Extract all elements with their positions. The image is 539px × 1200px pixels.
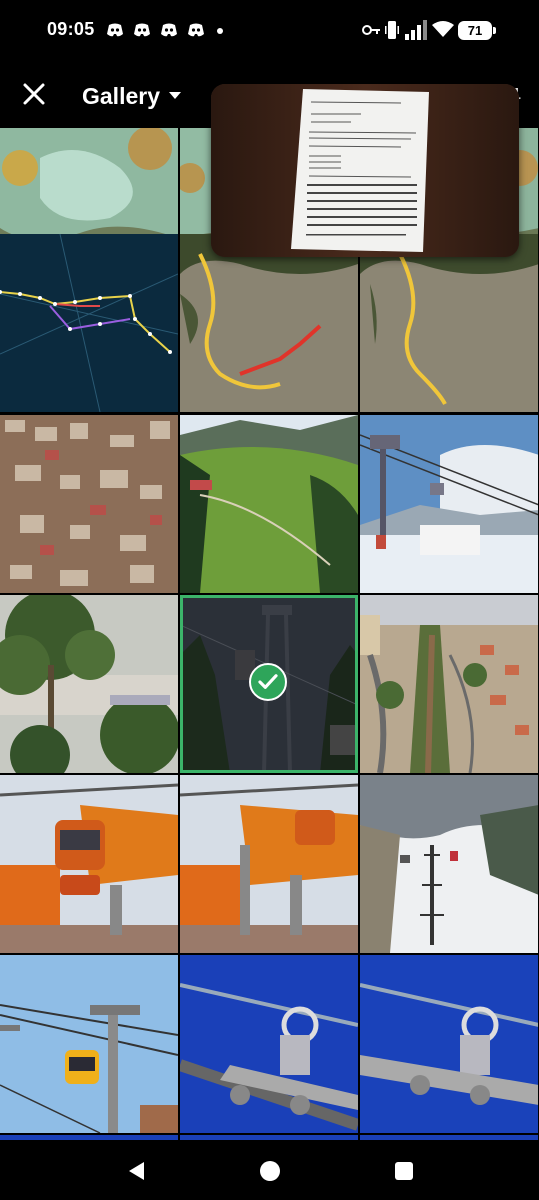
- navigation-bar: [0, 1140, 539, 1200]
- blueprint-pulley-thumbnail[interactable]: [180, 955, 358, 1133]
- discord-icon: [188, 23, 204, 37]
- recents-icon[interactable]: [392, 1159, 416, 1183]
- discord-icon: [161, 23, 177, 37]
- route-map-thumbnail[interactable]: [360, 234, 538, 412]
- night-cable-car-thumbnail[interactable]: [180, 595, 358, 773]
- signal-icon: [405, 20, 427, 40]
- route-map-thumbnail[interactable]: [180, 234, 358, 412]
- constellation-thumbnail[interactable]: [0, 234, 178, 412]
- snowy-mountain-lift-thumbnail[interactable]: [360, 775, 538, 953]
- dropdown-arrow-icon[interactable]: [168, 89, 182, 101]
- close-icon[interactable]: [18, 78, 50, 110]
- discord-icon: [134, 23, 150, 37]
- aerial-railway-town-thumbnail[interactable]: [360, 595, 538, 773]
- trees-city-thumbnail[interactable]: [0, 595, 178, 773]
- vpn-key-icon: [362, 25, 380, 35]
- vibrate-icon: [385, 21, 399, 39]
- more-notifications-dot: [217, 28, 223, 34]
- orange-gondola-thumbnail[interactable]: [180, 775, 358, 953]
- back-icon[interactable]: [125, 1159, 149, 1183]
- status-bar: 09:05 71: [0, 0, 539, 62]
- snow-cable-car-thumbnail[interactable]: [360, 415, 538, 593]
- yellow-gondola-thumbnail[interactable]: [0, 955, 178, 1133]
- status-time: 09:05: [47, 19, 95, 39]
- checkmark-icon[interactable]: [249, 663, 287, 701]
- blueprint-pulley-thumbnail[interactable]: [360, 955, 538, 1133]
- home-icon[interactable]: [258, 1159, 282, 1183]
- wifi-icon: [432, 21, 454, 37]
- green-valley-thumbnail[interactable]: [180, 415, 358, 593]
- discord-icon: [107, 23, 123, 37]
- aerial-city-thumbnail[interactable]: [0, 415, 178, 593]
- battery-indicator: 71: [458, 21, 496, 40]
- document-photo-preview[interactable]: [211, 84, 519, 257]
- album-selector-title[interactable]: Gallery: [82, 83, 160, 110]
- photo-grid: [0, 128, 539, 1140]
- orange-gondola-thumbnail[interactable]: [0, 775, 178, 953]
